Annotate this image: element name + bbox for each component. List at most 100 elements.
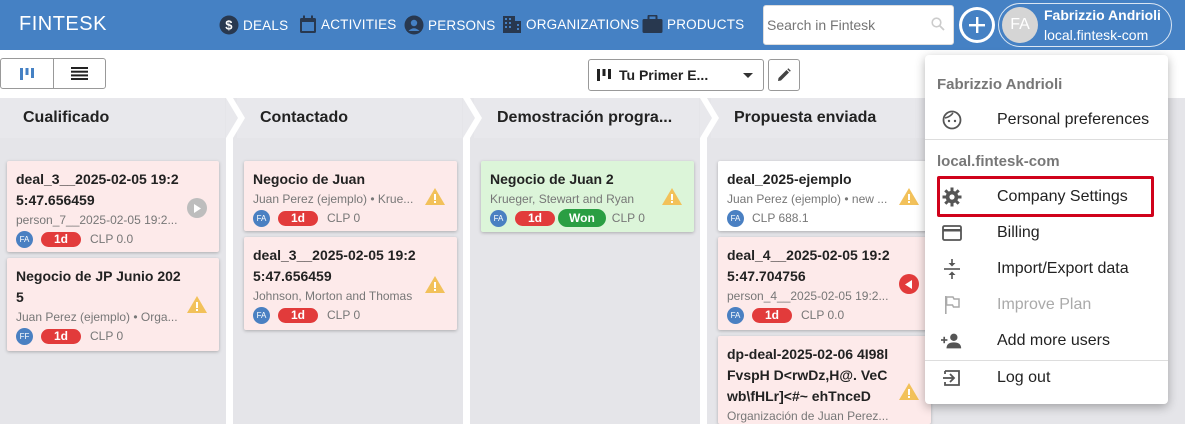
menu-improve-plan[interactable]: Improve Plan: [925, 288, 1168, 322]
add-button[interactable]: [959, 7, 995, 43]
add-person-icon: [941, 333, 962, 349]
brand-logo[interactable]: FINTESK: [19, 13, 107, 36]
owner-avatar: FF: [16, 327, 33, 345]
search-icon: [931, 17, 945, 31]
stage-separator: [463, 98, 482, 424]
days-badge: 1d: [41, 231, 81, 247]
svg-text:$: $: [225, 18, 233, 33]
deal-subtitle: person_4__2025-02-05 19:2...: [727, 289, 889, 303]
menu-logout-label: Log out: [997, 369, 1051, 386]
deal-title: deal_3__2025-02-05 19:25:47.656459: [16, 171, 179, 208]
user-name: Fabrizzio Andrioli: [1044, 7, 1161, 23]
deal-card[interactable]: deal_4__2025-02-05 19:25:47.704756 perso…: [718, 237, 931, 330]
flag-icon: [945, 296, 960, 314]
days-badge: 1d: [752, 307, 792, 323]
days-badge: 1d: [41, 328, 81, 344]
user-dropdown-menu: Fabrizzio Andrioli Personal preferences …: [925, 55, 1168, 404]
nav-persons[interactable]: PERSONS: [404, 15, 495, 35]
dollar-icon: $: [219, 15, 239, 35]
days-badge: 1d: [515, 210, 555, 226]
deal-subtitle: person_7__2025-02-05 19:2...: [16, 213, 178, 227]
pencil-icon: [778, 68, 791, 81]
activity-status-icon[interactable]: [187, 198, 207, 218]
menu-add-users-label: Add more users: [997, 332, 1110, 349]
user-domain: local.fintesk-com: [1044, 27, 1149, 43]
import-export-icon: [944, 259, 960, 279]
won-badge: Won: [558, 209, 606, 227]
logout-icon: [943, 370, 960, 386]
calendar-icon: [300, 15, 316, 33]
menu-domain: local.fintesk-com: [937, 153, 1060, 170]
deal-card[interactable]: deal_3__2025-02-05 19:25:47.656459 Johns…: [244, 237, 457, 330]
nav-deals[interactable]: $ DEALS: [219, 15, 288, 35]
warning-icon[interactable]: [898, 382, 920, 401]
owner-avatar: FA: [253, 306, 270, 324]
nav-deals-label: DEALS: [243, 17, 289, 33]
nav-organizations-label: ORGANIZATIONS: [526, 17, 640, 32]
deal-amount: CLP 0.0: [90, 232, 134, 246]
deal-card[interactable]: deal_3__2025-02-05 19:25:47.656459 perso…: [7, 161, 219, 252]
person-icon: [404, 15, 424, 35]
pipeline-view-button[interactable]: [1, 59, 54, 88]
menu-import-export-label: Import/Export data: [997, 260, 1129, 277]
owner-avatar: FA: [16, 230, 33, 248]
search-box[interactable]: [763, 5, 954, 45]
deal-title: deal_2025-ejemplo: [727, 171, 852, 187]
deal-amount: CLP 0: [611, 211, 645, 225]
deal-card[interactable]: Negocio de JP Junio 2025 Juan Perez (eje…: [7, 258, 219, 351]
deal-title: Negocio de Juan 2: [490, 171, 614, 187]
warning-icon[interactable]: [898, 187, 920, 206]
deal-subtitle: Organización de Juan Perez...: [727, 409, 889, 423]
warning-icon[interactable]: [186, 295, 208, 314]
deal-subtitle: Juan Perez (ejemplo) • new ...: [727, 192, 888, 206]
menu-logout[interactable]: Log out: [925, 361, 1168, 395]
menu-personal-preferences[interactable]: Personal preferences: [925, 103, 1168, 137]
menu-billing[interactable]: Billing: [925, 216, 1168, 250]
list-view-button[interactable]: [54, 59, 106, 88]
nav-products[interactable]: PRODUCTS: [642, 15, 744, 34]
deal-amount: CLP 688.1: [752, 211, 809, 225]
deal-subtitle: Juan Perez (ejemplo) • Krue...: [253, 192, 414, 206]
deal-amount: CLP 0: [327, 211, 361, 225]
pipeline-select[interactable]: Tu Primer E...: [588, 59, 764, 91]
owner-avatar: FA: [490, 209, 507, 227]
stage-title: Contactado: [237, 98, 462, 138]
stage-title: Demostración progra...: [474, 98, 699, 138]
nav-organizations[interactable]: ORGANIZATIONS: [502, 15, 639, 34]
credit-card-icon: [942, 225, 962, 241]
deal-amount: CLP 0: [327, 308, 361, 322]
caret-left-icon: [905, 279, 912, 289]
nav-activities[interactable]: ACTIVITIES: [299, 15, 397, 34]
user-menu-toggle[interactable]: FA Fabrizzio Andrioli local.fintesk-com: [998, 3, 1172, 47]
deal-title: dp-deal-2025-02-06 4I98lFvspH D<rwDz,H@.…: [727, 346, 889, 404]
menu-billing-label: Billing: [997, 224, 1040, 241]
menu-user-name: Fabrizzio Andrioli: [937, 76, 1063, 93]
stage-column: Demostración progra...: [474, 98, 711, 424]
deal-title: Negocio de Juan: [253, 171, 366, 187]
search-input[interactable]: [764, 6, 924, 44]
activity-overdue-icon[interactable]: [899, 274, 919, 294]
plus-icon: [969, 17, 985, 33]
menu-add-users[interactable]: Add more users: [925, 324, 1168, 358]
building-icon: [503, 16, 521, 33]
edit-pipeline-button[interactable]: [768, 59, 800, 91]
days-badge: 1d: [278, 307, 318, 323]
nav-activities-label: ACTIVITIES: [321, 17, 397, 32]
stage-separator: [226, 98, 245, 424]
stage-title: Propuesta enviada: [711, 98, 936, 138]
deal-amount: CLP 0: [90, 329, 124, 343]
play-icon: [194, 203, 201, 213]
days-badge: 1d: [278, 210, 318, 226]
deal-card[interactable]: deal_2025-ejemplo Juan Perez (ejemplo) •…: [718, 161, 931, 231]
deal-card[interactable]: Negocio de Juan 2 Krueger, Stewart and R…: [481, 161, 694, 232]
deal-card[interactable]: dp-deal-2025-02-06 4I98lFvspH D<rwDz,H@.…: [718, 336, 931, 424]
briefcase-icon: [642, 15, 663, 33]
warning-icon[interactable]: [661, 187, 683, 206]
warning-icon[interactable]: [424, 275, 446, 294]
deal-card[interactable]: Negocio de Juan Juan Perez (ejemplo) • K…: [244, 161, 457, 231]
menu-import-export[interactable]: Import/Export data: [925, 252, 1168, 286]
deal-title: deal_4__2025-02-05 19:25:47.704756: [727, 247, 890, 284]
owner-avatar: FA: [727, 209, 744, 227]
warning-icon[interactable]: [424, 187, 446, 206]
deal-title: deal_3__2025-02-05 19:25:47.656459: [253, 247, 416, 284]
